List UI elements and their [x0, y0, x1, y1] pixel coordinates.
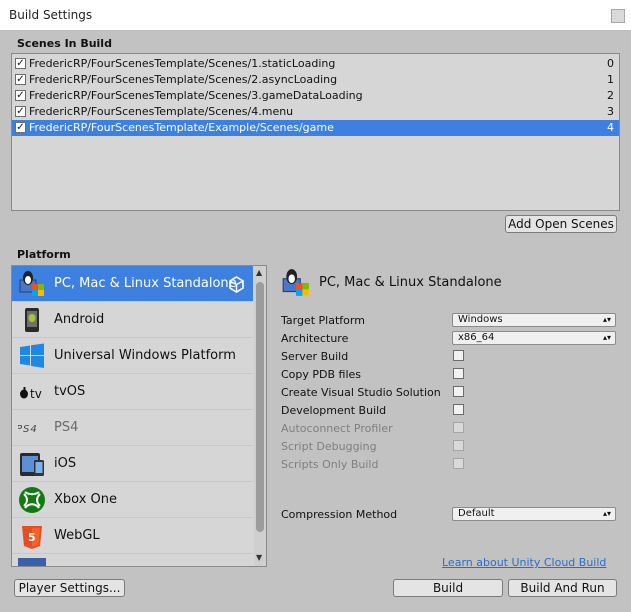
- windows-icon: [20, 343, 44, 368]
- scenes-list: ✓ FredericRP/FourScenesTemplate/Scenes/1…: [11, 53, 620, 211]
- platform-item-tvos[interactable]: tv tvOS: [12, 374, 253, 410]
- platform-label: Android: [54, 312, 105, 327]
- platform-label: tvOS: [54, 384, 86, 399]
- dropdown-arrow-icon: ▴▾: [602, 315, 611, 324]
- script-debugging-label: Script Debugging: [281, 440, 377, 453]
- scene-checkbox[interactable]: ✓: [15, 90, 26, 101]
- compression-method-label: Compression Method: [281, 508, 398, 521]
- platform-item-webgl[interactable]: 5 WebGL: [12, 518, 253, 554]
- partial-platform-icon: [18, 558, 46, 566]
- scene-index: 0: [607, 57, 614, 70]
- scene-path: FredericRP/FourScenesTemplate/Example/Sc…: [29, 121, 334, 134]
- dropdown-arrow-icon: ▴▾: [602, 333, 611, 342]
- scene-path: FredericRP/FourScenesTemplate/Scenes/4.m…: [29, 105, 294, 118]
- scenes-header: Scenes In Build: [17, 37, 112, 50]
- platform-list: PC, Mac & Linux Standalone Android Unive…: [11, 265, 267, 567]
- target-platform-dropdown[interactable]: Windows ▴▾: [452, 313, 616, 327]
- build-and-run-button[interactable]: Build And Run: [508, 579, 617, 597]
- copy-pdb-label: Copy PDB files: [281, 368, 362, 381]
- target-platform-label: Target Platform: [281, 314, 365, 327]
- platform-item-partial[interactable]: [12, 554, 253, 566]
- unity-logo-icon: [229, 276, 244, 293]
- platform-item-android[interactable]: Android: [12, 302, 253, 338]
- platform-scrollbar[interactable]: ▲ ▼: [254, 266, 266, 566]
- title-bar: Build Settings: [0, 0, 631, 31]
- window-title: Build Settings: [9, 8, 93, 22]
- compression-method-value: Default: [458, 508, 495, 519]
- architecture-label: Architecture: [281, 332, 349, 345]
- pc-mac-linux-icon: [19, 271, 44, 296]
- scripts-only-label: Scripts Only Build: [281, 458, 379, 471]
- ps4-icon: PS4: [18, 424, 38, 435]
- android-icon: [25, 308, 39, 332]
- platform-header: Platform: [17, 248, 71, 261]
- apple-tv-icon: tv: [20, 387, 42, 401]
- platform-label: PC, Mac & Linux Standalone: [54, 276, 237, 291]
- development-build-checkbox[interactable]: [453, 404, 464, 415]
- add-open-scenes-button[interactable]: Add Open Scenes: [505, 215, 617, 233]
- ios-icon: [20, 453, 44, 476]
- player-settings-button[interactable]: Player Settings...: [14, 579, 125, 597]
- autoconnect-profiler-checkbox: [453, 422, 464, 433]
- scene-checkbox[interactable]: ✓: [15, 74, 26, 85]
- platform-label: WebGL: [54, 528, 100, 543]
- create-vs-label: Create Visual Studio Solution: [281, 386, 441, 399]
- platform-label: Xbox One: [54, 492, 118, 507]
- create-vs-checkbox[interactable]: [453, 386, 464, 397]
- scroll-up-icon[interactable]: ▲: [256, 268, 262, 277]
- scene-row[interactable]: ✓ FredericRP/FourScenesTemplate/Scenes/3…: [12, 88, 619, 104]
- svg-text:5: 5: [28, 531, 36, 544]
- scene-row-selected[interactable]: ✓ FredericRP/FourScenesTemplate/Example/…: [12, 120, 619, 136]
- scene-index: 1: [607, 73, 614, 86]
- target-platform-value: Windows: [458, 314, 503, 325]
- scene-checkbox[interactable]: ✓: [15, 106, 26, 117]
- platform-label: PS4: [54, 420, 79, 435]
- server-build-label: Server Build: [281, 350, 349, 363]
- development-build-label: Development Build: [281, 404, 387, 417]
- platform-item-uwp[interactable]: Universal Windows Platform: [12, 338, 253, 374]
- scripts-only-checkbox: [453, 458, 464, 469]
- platform-item-ps4[interactable]: PS4 PS4: [12, 410, 253, 446]
- html5-icon: 5: [22, 526, 42, 549]
- dropdown-arrow-icon: ▴▾: [602, 509, 611, 518]
- scene-row[interactable]: ✓ FredericRP/FourScenesTemplate/Scenes/1…: [12, 56, 619, 72]
- scene-row[interactable]: ✓ FredericRP/FourScenesTemplate/Scenes/2…: [12, 72, 619, 88]
- pc-mac-linux-icon: [282, 269, 309, 296]
- scene-checkbox[interactable]: ✓: [15, 122, 26, 133]
- platform-item-ios[interactable]: iOS: [12, 446, 253, 482]
- script-debugging-checkbox: [453, 440, 464, 451]
- cloud-build-link[interactable]: Learn about Unity Cloud Build: [442, 556, 606, 569]
- scene-index: 3: [607, 105, 614, 118]
- platform-item-xbox[interactable]: Xbox One: [12, 482, 253, 518]
- scene-index: 2: [607, 89, 614, 102]
- architecture-dropdown[interactable]: x86_64 ▴▾: [452, 331, 616, 345]
- close-icon[interactable]: [611, 9, 625, 23]
- scene-checkbox[interactable]: ✓: [15, 58, 26, 69]
- platform-detail-title: PC, Mac & Linux Standalone: [319, 275, 502, 290]
- compression-method-dropdown[interactable]: Default ▴▾: [452, 507, 616, 521]
- scene-index: 4: [607, 121, 614, 134]
- server-build-checkbox[interactable]: [453, 350, 464, 361]
- build-button[interactable]: Build: [393, 579, 503, 597]
- copy-pdb-checkbox[interactable]: [453, 368, 464, 379]
- svg-text:tv: tv: [30, 387, 42, 401]
- scene-path: FredericRP/FourScenesTemplate/Scenes/3.g…: [29, 89, 363, 102]
- platform-label: iOS: [54, 456, 77, 471]
- architecture-value: x86_64: [458, 332, 495, 343]
- scroll-thumb[interactable]: [256, 282, 264, 532]
- svg-text:PS4: PS4: [18, 424, 38, 435]
- scroll-down-icon[interactable]: ▼: [256, 553, 262, 562]
- scene-path: FredericRP/FourScenesTemplate/Scenes/2.a…: [29, 73, 338, 86]
- scene-path: FredericRP/FourScenesTemplate/Scenes/1.s…: [29, 57, 336, 70]
- platform-item-standalone[interactable]: PC, Mac & Linux Standalone: [12, 266, 253, 302]
- scene-row[interactable]: ✓ FredericRP/FourScenesTemplate/Scenes/4…: [12, 104, 619, 120]
- xbox-icon: [19, 487, 45, 513]
- platform-label: Universal Windows Platform: [54, 348, 236, 363]
- autoconnect-profiler-label: Autoconnect Profiler: [281, 422, 393, 435]
